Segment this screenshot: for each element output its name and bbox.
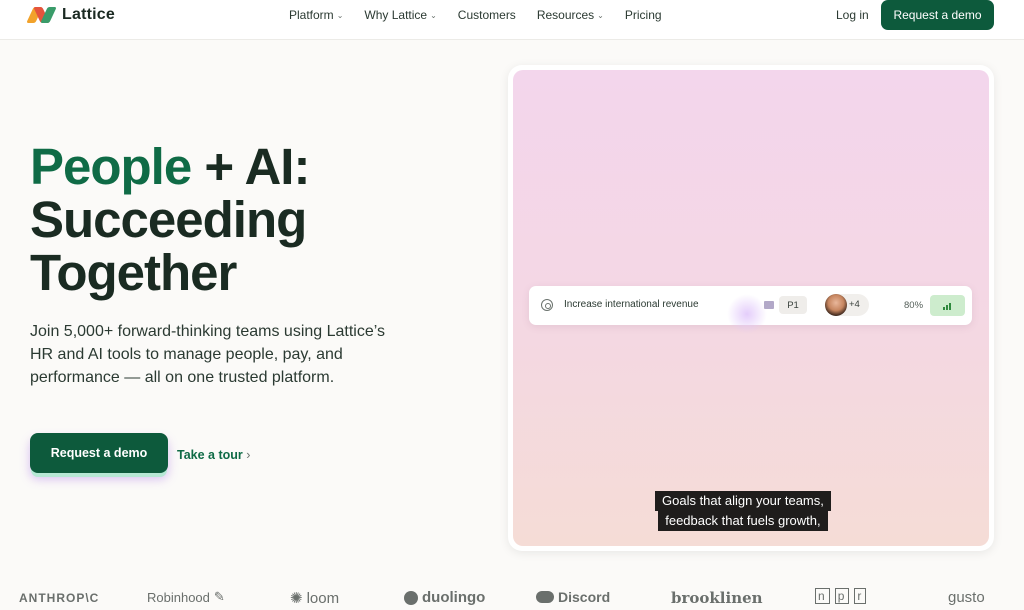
nav-resources-label: Resources xyxy=(536,8,595,22)
nav-customers[interactable]: Customers xyxy=(458,8,516,22)
logo-discord: Discord xyxy=(536,589,610,605)
hero-title-line1-rest: + AI: xyxy=(191,138,310,195)
hero-subtitle: Join 5,000+ forward-thinking teams using… xyxy=(30,323,386,386)
goal-row[interactable]: Increase international revenue P1 +4 80% xyxy=(529,286,972,334)
cursor-glow xyxy=(727,294,767,334)
hero-title-highlight: People xyxy=(30,138,192,195)
nav-pricing-label: Pricing xyxy=(624,8,662,22)
nav-pricing[interactable]: Pricing xyxy=(625,8,662,22)
caption-line-1: Goals that align your teams, xyxy=(655,491,831,511)
chevron-right-icon: › xyxy=(246,448,251,462)
logo-brooklinen: brooklinen xyxy=(671,589,763,607)
chevron-down-icon: ⌄ xyxy=(336,10,344,20)
feather-icon: ✎ xyxy=(213,589,225,604)
avatar xyxy=(825,294,847,316)
hero-title-line2: Succeeding xyxy=(30,191,307,248)
header-request-demo-button[interactable]: Request a demo xyxy=(881,0,994,30)
logo-loom-text: loom xyxy=(306,589,340,607)
hero-request-demo-button[interactable]: Request a demo xyxy=(30,433,168,473)
lattice-logo[interactable]: Lattice xyxy=(26,6,115,24)
discord-controller-icon xyxy=(536,591,554,603)
npr-letter-n: n xyxy=(815,588,830,604)
progress-bars-icon xyxy=(930,295,965,316)
folder-icon xyxy=(764,301,774,309)
npr-letter-r: r xyxy=(854,588,867,604)
logo-npr: npr xyxy=(815,588,867,604)
logo-duolingo-text: duolingo xyxy=(422,589,486,606)
take-a-tour-link[interactable]: Take a tour › xyxy=(177,448,250,462)
assignees-pill: +4 xyxy=(825,294,869,316)
nav-why-lattice[interactable]: Why Lattice ⌄ xyxy=(364,8,436,22)
logo-robinhood-text: Robinhood xyxy=(147,589,210,605)
nav-customers-label: Customers xyxy=(457,8,516,22)
caption-line-2: feedback that fuels growth, xyxy=(658,511,828,531)
brand-name: Lattice xyxy=(62,6,115,23)
logo-robinhood: Robinhood ✎ xyxy=(147,589,225,605)
nav-why-lattice-label: Why Lattice xyxy=(364,8,428,22)
loom-burst-icon: ✺ xyxy=(290,590,303,607)
duolingo-owl-icon xyxy=(404,590,418,605)
main-nav: Platform ⌄ Why Lattice ⌄ Customers Resou… xyxy=(289,8,683,22)
site-header: Lattice Platform ⌄ Why Lattice ⌄ Custome… xyxy=(0,0,1024,40)
target-icon xyxy=(541,299,553,311)
logo-discord-text: Discord xyxy=(558,589,611,605)
logo-loom: ✺ loom xyxy=(290,589,340,608)
hero-title: People + AI: Succeeding Together xyxy=(30,138,310,301)
login-link[interactable]: Log in xyxy=(836,8,869,22)
hero-title-line3: Together xyxy=(30,244,237,301)
chevron-down-icon: ⌄ xyxy=(597,10,604,20)
logo-duolingo: duolingo xyxy=(404,589,485,606)
extra-assignees-count: +4 xyxy=(849,299,860,310)
video-caption: Goals that align your teams, feedback th… xyxy=(655,491,831,531)
priority-badge: P1 xyxy=(779,296,807,314)
nav-platform-label: Platform xyxy=(289,8,334,22)
nav-platform[interactable]: Platform ⌄ xyxy=(289,8,343,22)
lattice-logo-icon xyxy=(26,7,57,23)
take-a-tour-label: Take a tour xyxy=(177,448,243,462)
nav-resources[interactable]: Resources ⌄ xyxy=(537,8,604,22)
logo-gusto: gusto xyxy=(948,589,985,606)
progress-percent: 80% xyxy=(904,300,924,311)
logo-anthropic: ANTHROP\C xyxy=(19,591,100,605)
customer-logos: ANTHROP\C Robinhood ✎ ✺ loom duolingo Di… xyxy=(0,585,1024,610)
goal-label: Increase international revenue xyxy=(564,299,699,310)
npr-letter-p: p xyxy=(834,588,850,604)
chevron-down-icon: ⌄ xyxy=(430,10,437,20)
